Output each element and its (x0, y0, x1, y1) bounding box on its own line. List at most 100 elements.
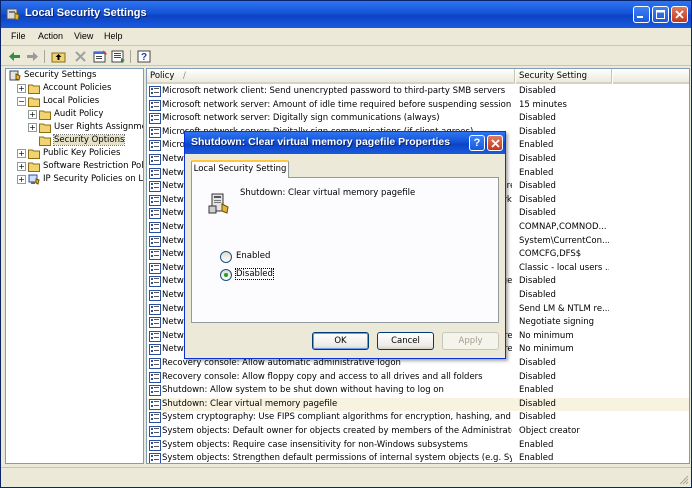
menu-help[interactable]: Help (104, 31, 123, 41)
dialog-title: Shutdown: Clear virtual memory pagefile … (191, 136, 451, 148)
svg-text:?: ? (141, 52, 147, 63)
policy-item-icon (149, 262, 161, 274)
sort-indicator: / (183, 71, 186, 81)
export-list-icon (111, 50, 125, 63)
folder-icon (39, 110, 51, 120)
tree-toggle[interactable]: + (17, 149, 26, 158)
ok-button[interactable]: OK (312, 332, 369, 350)
toolbar: ? (1, 47, 691, 66)
minimize-icon (637, 16, 643, 18)
tree-toggle[interactable]: + (17, 162, 26, 171)
tree-item-label: Account Policies (43, 83, 112, 93)
table-row[interactable]: Recovery console: Allow floppy copy and … (147, 371, 689, 385)
security-setting-cell: Disabled (519, 86, 556, 96)
policy-name-cell: System objects: Strengthen default permi… (162, 453, 512, 464)
security-setting-cell: Enabled (519, 453, 554, 464)
folder-icon (28, 162, 40, 172)
security-settings-icon (9, 70, 21, 81)
tree-toggle[interactable]: + (28, 110, 37, 119)
security-setting-cell: Disabled (519, 126, 556, 137)
dialog-close-button[interactable] (487, 135, 503, 151)
policy-item-icon (149, 385, 161, 397)
policy-item-icon (149, 412, 161, 424)
column-header-security-setting[interactable]: Security Setting (516, 69, 612, 84)
properties-button[interactable] (93, 49, 108, 64)
policy-item-icon (149, 330, 161, 342)
delete-button[interactable] (73, 49, 88, 64)
policy-item-icon (149, 249, 161, 261)
table-row[interactable]: Shutdown: Allow system to be shut down w… (147, 384, 689, 398)
policy-name-cell: Microsoft network client: Send unencrypt… (162, 86, 506, 96)
menu-action[interactable]: Action (38, 31, 63, 41)
window-title: Local Security Settings (25, 7, 147, 19)
table-row[interactable]: Microsoft network server: Amount of idle… (147, 99, 689, 113)
security-setting-cell: Disabled (519, 412, 556, 423)
policy-name-cell: System objects: Default owner for object… (162, 426, 512, 436)
help-button[interactable]: ? (137, 49, 152, 64)
policy-item-icon (149, 126, 161, 138)
security-setting-cell: No minimum (519, 330, 574, 341)
security-setting-cell: COMNAP,COMNOD... (519, 222, 607, 232)
dialog-help-button[interactable]: ? (469, 135, 485, 151)
menu-file[interactable]: File (11, 31, 26, 41)
security-settings-app-icon (6, 8, 20, 21)
folder-icon (28, 84, 40, 94)
export-list-button[interactable] (111, 49, 126, 64)
cancel-button[interactable]: Cancel (377, 332, 434, 350)
properties-icon (93, 50, 107, 63)
security-setting-cell: Disabled (519, 181, 556, 192)
close-button[interactable] (671, 6, 688, 23)
tab-local-security-setting[interactable]: Local Security Setting (191, 160, 289, 178)
help-icon: ? (137, 50, 151, 63)
tree-toggle[interactable]: + (28, 123, 37, 132)
table-row[interactable]: Microsoft network server: Digitally sign… (147, 112, 689, 126)
policy-item-icon (149, 398, 161, 410)
back-button[interactable] (7, 49, 22, 64)
security-setting-cell: Classic - local users ... (519, 262, 609, 273)
security-setting-cell: Disabled (519, 398, 556, 409)
radio-selected-dot (224, 273, 228, 277)
apply-button[interactable]: Apply (442, 332, 499, 350)
up-folder-icon (51, 52, 66, 63)
folder-icon (39, 123, 51, 133)
policy-name-cell: Recovery console: Allow floppy copy and … (162, 371, 483, 382)
maximize-button[interactable] (652, 6, 669, 23)
policy-item-icon (149, 140, 161, 152)
ip-security-icon (28, 174, 40, 185)
close-icon (675, 10, 684, 19)
table-row[interactable]: System objects: Strengthen default permi… (147, 452, 689, 464)
table-row[interactable]: System objects: Require case insensitivi… (147, 439, 689, 453)
tree-item-label: Security Options (52, 134, 126, 146)
policy-name-cell: Shutdown: Allow system to be shut down w… (162, 385, 444, 396)
dialog-title-bar[interactable]: Shutdown: Clear virtual memory pagefile … (185, 132, 505, 154)
table-row[interactable]: System cryptography: Use FIPS compliant … (147, 411, 689, 425)
table-row[interactable]: System objects: Default owner for object… (147, 425, 689, 439)
security-setting-cell: Disabled (519, 358, 556, 368)
up-folder-button[interactable] (51, 49, 66, 64)
policy-name: Shutdown: Clear virtual memory pagefile (240, 188, 416, 198)
table-row[interactable]: Shutdown: Clear virtual memory pagefile D… (147, 397, 689, 412)
folder-icon (28, 97, 40, 107)
tree-item-label: Local Policies (43, 96, 100, 106)
policy-item-icon (149, 439, 161, 451)
tree-pane[interactable]: −Security Settings+Account Policies−Loca… (5, 68, 144, 464)
security-setting-cell: 15 minutes (519, 99, 567, 110)
table-row[interactable]: Recovery console: Allow automatic admini… (147, 357, 689, 371)
menu-view[interactable]: View (74, 31, 93, 41)
policy-item-icon (149, 113, 161, 125)
title-bar[interactable]: Local Security Settings (1, 1, 691, 28)
tree-toggle[interactable]: + (17, 84, 26, 93)
minimize-button[interactable] (633, 6, 650, 23)
column-header-empty (613, 69, 689, 84)
tree-toggle[interactable]: − (17, 97, 26, 106)
table-row[interactable]: Microsoft network client: Send unencrypt… (147, 85, 689, 99)
policy-item-icon (149, 181, 161, 193)
policy-item-icon (149, 317, 161, 329)
column-header-policy[interactable]: Policy / (147, 69, 515, 84)
tab-panel: Shutdown: Clear virtual memory pagefile … (191, 177, 499, 323)
tree-toggle[interactable]: + (17, 175, 26, 184)
delete-icon (75, 51, 86, 62)
policy-computer-icon (208, 193, 229, 214)
resize-grip-icon[interactable] (677, 473, 689, 485)
forward-button[interactable] (25, 49, 40, 64)
